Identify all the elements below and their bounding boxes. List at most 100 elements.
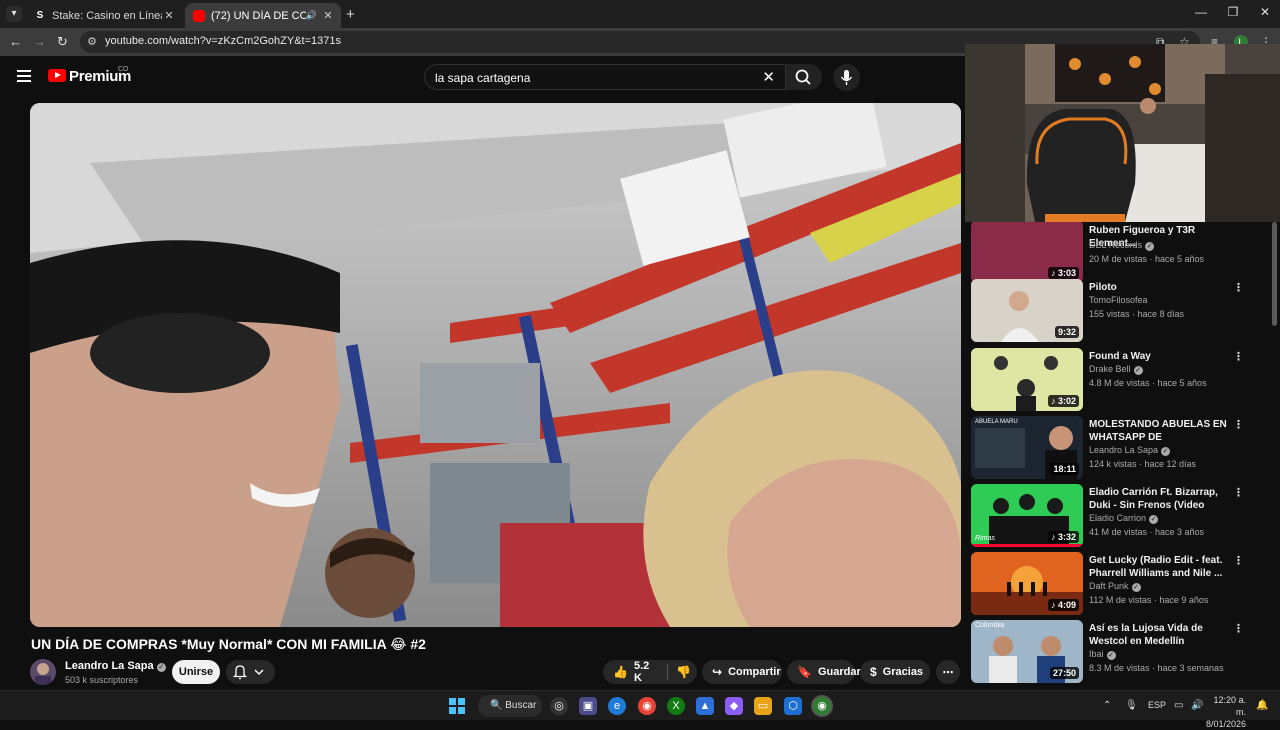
join-button[interactable]: Unirse xyxy=(172,660,220,684)
recommendation-channel[interactable]: Eladio Carrion ✓ xyxy=(1089,513,1159,524)
clock-time: 12:20 a. m. xyxy=(1213,695,1246,717)
forward-icon[interactable]: → xyxy=(33,34,46,49)
duration-badge: 18:11 xyxy=(1050,463,1079,475)
subscriber-count: 503 k suscriptores xyxy=(65,675,139,685)
close-tab-icon[interactable]: ✕ xyxy=(321,9,335,22)
edge-icon[interactable]: e xyxy=(608,697,626,715)
recommendation-item[interactable]: ♪ 4:09 Get Lucky (Radio Edit - feat. Pha… xyxy=(971,552,1271,618)
notification-bell-button[interactable] xyxy=(226,660,275,684)
recommendation-title[interactable]: Eladio Carrión Ft. Bizarrap, Duki - Sin … xyxy=(1089,486,1227,512)
more-options-icon[interactable]: ⋮ xyxy=(1233,418,1244,431)
menu-icon[interactable] xyxy=(17,70,31,82)
video-thumbnail[interactable]: Rimas ♪ 3:32 xyxy=(971,484,1083,547)
thumbs-down-icon[interactable]: 👎 xyxy=(676,665,691,679)
language-indicator[interactable]: ESP xyxy=(1148,700,1166,710)
recommendation-item[interactable]: Rimas ♪ 3:32 Eladio Carrión Ft. Bizarrap… xyxy=(971,484,1271,550)
taskbar-search[interactable]: 🔍 Buscar xyxy=(478,695,542,717)
chrome-profile-icon[interactable]: ◉ xyxy=(813,697,831,715)
restore-icon[interactable]: ❐ xyxy=(1218,5,1248,19)
recommendation-channel[interactable]: Leandro La Sapa ✓ xyxy=(1089,445,1171,456)
clear-search-icon[interactable]: ✕ xyxy=(762,68,775,86)
terminal-icon[interactable]: ▣ xyxy=(579,697,597,715)
thumbnail-label: Colombia xyxy=(975,622,1005,629)
volume-icon[interactable]: 🔊 xyxy=(1191,700,1203,711)
channel-text: Leandro La Sapa xyxy=(1089,445,1159,455)
search-input[interactable]: la sapa cartagena ✕ xyxy=(424,64,786,90)
recommendation-title[interactable]: MOLESTANDO ABUELAS EN WHATSAPP DE SEGUID… xyxy=(1089,418,1227,444)
tab-search-button[interactable]: ▾ xyxy=(6,6,22,22)
recommendation-channel[interactable]: Drake Bell ✓ xyxy=(1089,364,1143,375)
recommendation-channel[interactable]: Daft Punk ✓ xyxy=(1089,581,1141,592)
save-button[interactable]: 🔖 Guardar xyxy=(787,660,861,684)
copilot-icon[interactable]: ◎ xyxy=(550,697,568,715)
office-icon[interactable]: ◆ xyxy=(725,697,743,715)
browser-tab-youtube[interactable]: (72) UN DÍA DE COMPRAS * 🔊 ✕ xyxy=(185,3,341,28)
xbox-icon[interactable]: X xyxy=(667,697,685,715)
like-count[interactable]: 5.2 K xyxy=(634,660,659,684)
new-tab-button[interactable]: + xyxy=(346,6,355,23)
video-thumbnail[interactable]: ♪ 3:03 xyxy=(971,222,1083,283)
youtube-logo-icon[interactable] xyxy=(48,69,66,82)
share-button[interactable]: ↪ Compartir xyxy=(702,660,782,684)
recommendation-item[interactable]: Colombia 27:50 Así es la Lujosa Vida de … xyxy=(971,620,1271,686)
close-window-icon[interactable]: ✕ xyxy=(1250,5,1280,19)
browser-tab-stake[interactable]: S Stake: Casino en Línea y Apuest ✕ xyxy=(26,3,182,28)
recommendation-title[interactable]: Así es la Lujosa Vida de Westcol en Mede… xyxy=(1089,622,1227,648)
more-options-icon[interactable]: ⋮ xyxy=(1233,554,1244,567)
notifications-icon[interactable]: 🔔 xyxy=(1256,700,1268,711)
recommendation-item[interactable]: ♪ 3:02 Found a Way Drake Bell ✓ 4.8 M de … xyxy=(971,348,1271,414)
voice-search-button[interactable] xyxy=(833,64,860,91)
more-options-icon[interactable]: ⋮ xyxy=(1233,350,1244,363)
recommendation-channel[interactable]: Ibai ✓ xyxy=(1089,649,1116,660)
watch-progress-bar xyxy=(971,544,1083,547)
search-button[interactable] xyxy=(786,64,822,90)
duration-badge: ♪ 4:09 xyxy=(1047,599,1079,611)
video-player[interactable] xyxy=(30,103,961,627)
network-icon[interactable]: ▭ xyxy=(1174,700,1183,711)
video-thumbnail[interactable]: ABUELA MARU 18:11 xyxy=(971,416,1083,479)
recommendation-channel[interactable]: DEL Records ✓ xyxy=(1089,240,1155,251)
channel-text: Drake Bell xyxy=(1089,364,1131,374)
minimize-icon[interactable]: — xyxy=(1186,5,1216,19)
verified-icon: ✓ xyxy=(1149,515,1159,524)
video-thumbnail[interactable]: ♪ 3:02 xyxy=(971,348,1083,411)
channel-name[interactable]: Leandro La Sapa ✓ xyxy=(65,660,166,672)
video-thumbnail[interactable]: Colombia 27:50 xyxy=(971,620,1083,683)
channel-text: Eladio Carrion xyxy=(1089,513,1147,523)
chrome-icon[interactable]: ◉ xyxy=(638,697,656,715)
back-icon[interactable]: ← xyxy=(9,34,22,49)
sidebar-scrollbar[interactable] xyxy=(1272,222,1277,326)
recommendation-item[interactable]: ABUELA MARU 18:11 MOLESTANDO ABUELAS EN … xyxy=(971,416,1271,482)
channel-name-text: Leandro La Sapa xyxy=(65,660,154,672)
thumbnail-label: Rimas xyxy=(975,535,995,542)
photos-icon[interactable]: ▲ xyxy=(696,697,714,715)
channel-avatar[interactable] xyxy=(30,659,56,685)
more-options-icon[interactable]: ⋮ xyxy=(1233,281,1244,294)
recommendation-item[interactable]: 9:32 Piloto TomoFilosofea 155 vistas · h… xyxy=(971,279,1271,345)
close-tab-icon[interactable]: ✕ xyxy=(162,9,176,22)
recommendation-title[interactable]: Piloto xyxy=(1089,281,1227,294)
thumbs-up-icon[interactable]: 👍 xyxy=(613,665,628,679)
video-thumbnail[interactable]: 9:32 xyxy=(971,279,1083,342)
thanks-button[interactable]: $ Gracias xyxy=(860,660,930,684)
microphone-tray-icon[interactable]: 🎙 xyxy=(1125,700,1138,711)
recommendation-title[interactable]: Get Lucky (Radio Edit - feat. Pharrell W… xyxy=(1089,554,1227,580)
tray-overflow-icon[interactable]: ⌃ xyxy=(1103,700,1111,711)
more-actions-button[interactable]: ⋯ xyxy=(936,660,960,684)
system-clock[interactable]: 12:20 a. m. 8/01/2026 xyxy=(1206,694,1246,730)
recommendation-channel[interactable]: TomoFilosofea xyxy=(1089,295,1148,305)
channel-text: Ibai xyxy=(1089,649,1104,659)
video-thumbnail[interactable]: ♪ 4:09 xyxy=(971,552,1083,615)
duration-text: 3:32 xyxy=(1057,532,1076,542)
file-explorer-icon[interactable]: ▭ xyxy=(754,697,772,715)
reload-icon[interactable]: ↻ xyxy=(57,34,68,50)
store-icon[interactable]: ⬡ xyxy=(784,697,802,715)
more-options-icon[interactable]: ⋮ xyxy=(1233,622,1244,635)
save-label: Guardar xyxy=(817,666,861,678)
tab-title: (72) UN DÍA DE COMPRAS * xyxy=(211,9,306,22)
speaker-icon[interactable]: 🔊 xyxy=(306,10,317,21)
windows-start-icon[interactable] xyxy=(448,697,466,715)
recommendation-title[interactable]: Found a Way xyxy=(1089,350,1227,363)
site-info-icon[interactable]: ⚙ xyxy=(87,35,97,48)
more-options-icon[interactable]: ⋮ xyxy=(1233,486,1244,499)
